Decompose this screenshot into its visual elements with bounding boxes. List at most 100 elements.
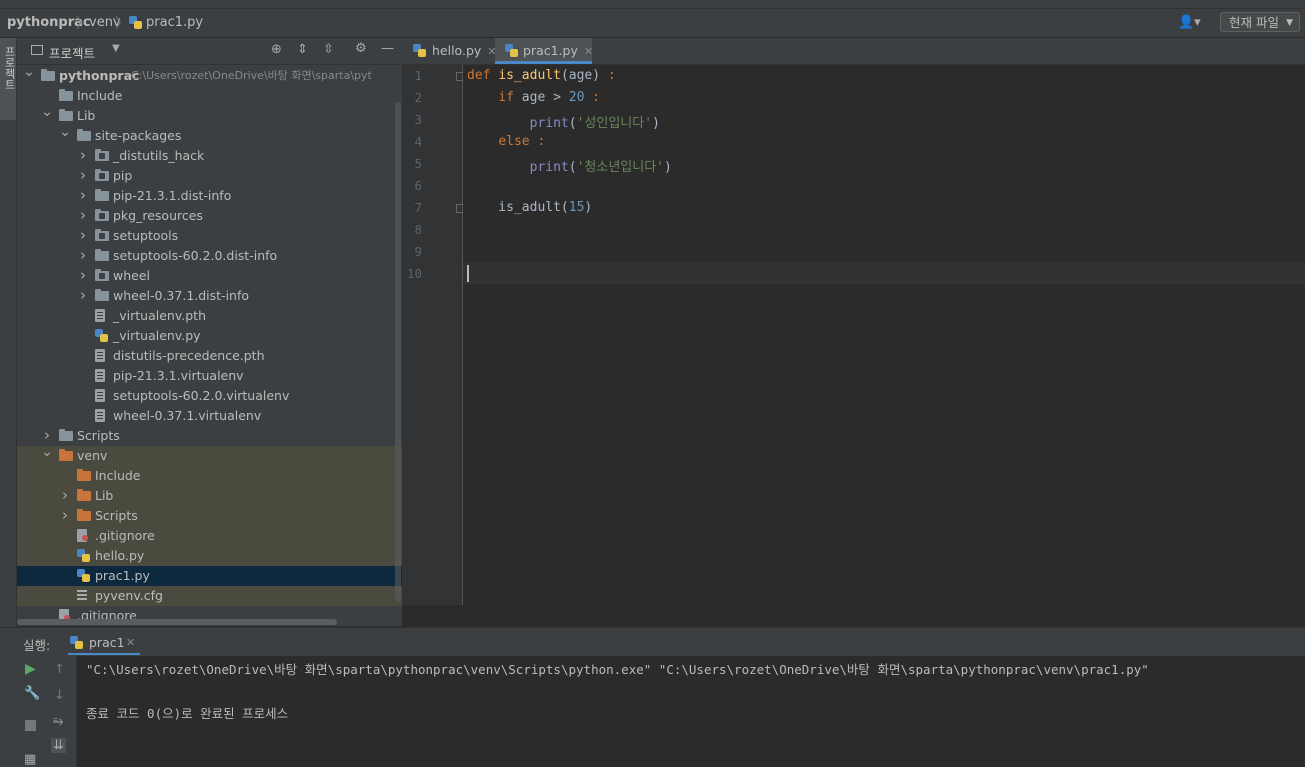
layout-icon[interactable]: ▦ xyxy=(24,752,36,767)
tree-item-label: pyvenv.cfg xyxy=(95,588,163,603)
run-toolbar: ▶ 🔧 ▦ xyxy=(0,656,46,767)
chevron-right-icon[interactable]: › xyxy=(77,265,89,285)
tree-item[interactable]: › pip-21.3.1.dist-info xyxy=(17,186,402,206)
tree-item[interactable]: Include xyxy=(17,466,402,486)
python-file-icon xyxy=(413,44,426,57)
tree-item[interactable]: hello.py xyxy=(17,546,402,566)
code-line: print('청소년입니다') xyxy=(529,160,672,175)
chevron-down-icon[interactable]: ⌄ xyxy=(23,62,35,82)
line-number: 7 xyxy=(414,200,422,215)
chevron-down-icon[interactable]: ▼ xyxy=(112,43,120,54)
run-console[interactable]: "C:\Users\rozet\OneDrive\바탕 화면\sparta\py… xyxy=(77,656,1305,767)
run-icon[interactable]: ▶ xyxy=(25,661,36,677)
run-tab-label[interactable]: prac1 xyxy=(89,635,125,650)
tree-item[interactable]: ⌄ pythonprac C:\Users\rozet\OneDrive\바탕 화면… xyxy=(17,64,402,86)
tree-item-label: _distutils_hack xyxy=(113,148,205,163)
tab-hello-py[interactable]: hello.py ✕ xyxy=(402,38,497,64)
tree-item[interactable]: › Scripts xyxy=(17,506,402,526)
run-configuration-label: 현재 파일 xyxy=(1229,15,1279,30)
tree-item[interactable]: › pip xyxy=(17,166,402,186)
project-panel-title[interactable]: 프로젝트 xyxy=(49,43,95,62)
gear-icon[interactable]: ⚙ xyxy=(355,41,367,56)
tree-horizontal-scrollbar[interactable] xyxy=(17,619,337,625)
tree-item-label: pkg_resources xyxy=(113,208,203,223)
tree-item-label: site-packages xyxy=(95,128,182,143)
code-editor[interactable]: def is_adult(age) : if age > 20 : print(… xyxy=(463,65,1305,605)
tree-item[interactable]: setuptools-60.2.0.virtualenv xyxy=(17,386,402,406)
tree-item-label: wheel-0.37.1.virtualenv xyxy=(113,408,262,423)
chevron-right-icon[interactable]: › xyxy=(77,245,89,265)
user-icon[interactable]: 👤▾ xyxy=(1178,15,1201,30)
close-icon[interactable]: ✕ xyxy=(584,45,593,58)
package-dot xyxy=(99,273,105,279)
tree-item[interactable]: › setuptools-60.2.0.dist-info xyxy=(17,246,402,266)
package-icon xyxy=(95,229,109,241)
tree-item[interactable]: › wheel xyxy=(17,266,402,286)
scroll-to-end-icon[interactable]: ⇊ xyxy=(51,738,66,753)
line-number: 1 xyxy=(414,68,422,83)
tree-item-label: .gitignore xyxy=(95,528,155,543)
chevron-right-icon[interactable]: › xyxy=(77,145,89,165)
tree-item[interactable]: ⌄ Lib xyxy=(17,104,402,126)
code-line: def is_adult(age) : xyxy=(467,68,616,83)
chevron-down-icon[interactable]: ⌄ xyxy=(41,102,53,122)
tree-item[interactable]: Include xyxy=(17,86,402,106)
tree-item[interactable]: .gitignore xyxy=(17,526,402,546)
tree-item[interactable]: › setuptools xyxy=(17,226,402,246)
line-number: 9 xyxy=(414,244,422,259)
chevron-right-icon[interactable]: › xyxy=(59,485,71,505)
tree-item[interactable]: › Scripts xyxy=(17,426,402,446)
folder-icon xyxy=(77,509,91,521)
navigation-bar: pythonprac 〉 venv 〉 prac1.py 👤▾ 현재 파일 ▼ xyxy=(0,9,1305,38)
tab-prac1-py[interactable]: prac1.py ✕ xyxy=(495,38,593,64)
tree-item[interactable]: ⌄ venv xyxy=(17,444,402,466)
chevron-right-icon[interactable]: › xyxy=(77,165,89,185)
python-file-icon xyxy=(77,569,90,582)
line-number: 3 xyxy=(414,112,422,127)
breadcrumb-file[interactable]: prac1.py xyxy=(146,15,203,30)
arrow-up-icon[interactable]: ↑ xyxy=(54,662,65,677)
project-view-icon xyxy=(31,45,43,55)
chevron-down-icon: ▼ xyxy=(1286,18,1293,28)
run-panel-label: 실행: xyxy=(23,638,51,653)
tree-item[interactable]: › _distutils_hack xyxy=(17,146,402,166)
tree-item[interactable]: ⌄ site-packages xyxy=(17,124,402,146)
console-toolbar: ↑ ↓ ⥱ ⇊ xyxy=(46,656,77,767)
folder-icon xyxy=(77,469,91,481)
chevron-right-icon[interactable]: › xyxy=(77,205,89,225)
tree-item[interactable]: distutils-precedence.pth xyxy=(17,346,402,366)
tree-item[interactable]: › pkg_resources xyxy=(17,206,402,226)
chevron-right-icon[interactable]: › xyxy=(77,225,89,245)
locate-icon[interactable]: ⊕ xyxy=(271,42,282,57)
tree-item[interactable]: pyvenv.cfg xyxy=(17,586,402,606)
tree-item[interactable]: _virtualenv.py xyxy=(17,326,402,346)
arrow-down-icon[interactable]: ↓ xyxy=(54,688,65,703)
tree-item[interactable]: › Lib xyxy=(17,486,402,506)
tree-scrollbar[interactable] xyxy=(395,102,401,602)
chevron-right-icon[interactable]: › xyxy=(59,505,71,525)
tree-item[interactable]: wheel-0.37.1.virtualenv xyxy=(17,406,402,426)
expand-all-icon[interactable]: ⇕ xyxy=(297,42,308,57)
hide-panel-icon[interactable]: — xyxy=(381,41,394,56)
tree-item[interactable]: pip-21.3.1.virtualenv xyxy=(17,366,402,386)
package-dot xyxy=(99,153,105,159)
collapse-all-icon[interactable]: ⇳ xyxy=(323,42,334,57)
tree-item-label: setuptools-60.2.0.dist-info xyxy=(113,248,278,263)
wrench-icon[interactable]: 🔧 xyxy=(24,686,40,701)
folder-icon xyxy=(59,89,73,101)
project-tool-tab[interactable]: 프로젝트 xyxy=(0,38,16,120)
tree-item[interactable]: › wheel-0.37.1.dist-info xyxy=(17,286,402,306)
line-number: 6 xyxy=(414,178,422,193)
chevron-right-icon[interactable]: › xyxy=(77,185,89,205)
chevron-down-icon[interactable]: ⌄ xyxy=(41,442,53,462)
tree-item[interactable]: prac1.py xyxy=(17,566,402,586)
line-number: 5 xyxy=(414,156,422,171)
close-icon[interactable]: ✕ xyxy=(126,636,135,649)
tree-item-label: Include xyxy=(95,468,141,483)
soft-wrap-icon[interactable]: ⥱ xyxy=(53,714,63,729)
run-configuration-select[interactable]: 현재 파일 ▼ xyxy=(1220,12,1300,32)
stop-icon[interactable] xyxy=(25,720,36,731)
tree-item[interactable]: _virtualenv.pth xyxy=(17,306,402,326)
chevron-right-icon[interactable]: › xyxy=(77,285,89,305)
chevron-down-icon[interactable]: ⌄ xyxy=(59,122,71,142)
